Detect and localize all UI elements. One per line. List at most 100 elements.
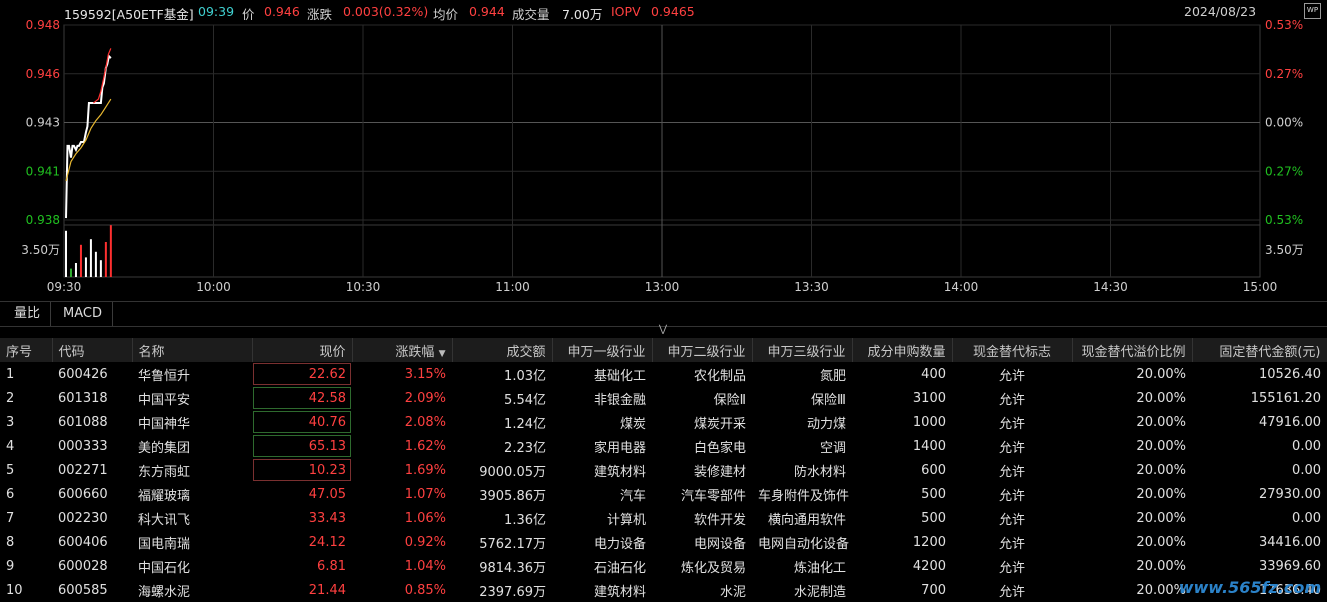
cell-sw-l3: 炼油化工: [793, 560, 846, 576]
cell-cash-flag: 允许: [998, 368, 1025, 384]
cell-name: 中国平安: [138, 392, 191, 408]
cell-index: 1: [6, 366, 15, 382]
cell-price: 10.23: [252, 458, 352, 482]
col-header-code[interactable]: 代码: [52, 338, 133, 362]
cell-change-pct: 0.92%: [404, 534, 446, 550]
col-header-fixed-amount[interactable]: 固定替代金额(元): [1192, 338, 1327, 362]
x-tick-label: 10:30: [346, 280, 381, 294]
cell-cash-premium: 20.00%: [1136, 510, 1186, 526]
cell-change-pct: 1.06%: [404, 510, 446, 526]
cell-sw-l1: 电力设备: [593, 536, 646, 552]
table-row[interactable]: 9 600028 中国石化 6.81 1.04% 9814.36万 石油石化 炼化及贸易 炼油化…: [0, 554, 1327, 578]
table-row[interactable]: 1 600426 华鲁恒升 22.62 3.15% 1.03亿 基础化工 农化制品 氮肥 400 允…: [0, 362, 1327, 386]
x-tick-label: 11:00: [495, 280, 530, 294]
cell-name: 中国神华: [138, 416, 191, 432]
volume-bars: [65, 225, 112, 277]
col-header-index[interactable]: 序号: [0, 338, 53, 362]
cell-code: 000333: [58, 438, 108, 454]
y-tick-left: 0.941: [26, 164, 60, 178]
wp-icon[interactable]: WP: [1304, 3, 1321, 19]
table-row[interactable]: 5 002271 东方雨虹 10.23 1.69% 9000.05万 建筑材料 装修建材 防水材…: [0, 458, 1327, 482]
col-header-sw-l2[interactable]: 申万二级行业: [652, 338, 753, 362]
cell-sw-l1: 建筑材料: [593, 464, 646, 480]
cell-code: 601318: [58, 390, 108, 406]
cell-name: 海螺水泥: [138, 584, 191, 600]
table-row[interactable]: 10 600585 海螺水泥 21.44 0.85% 2397.69万 建筑材料 水泥 水泥制造…: [0, 578, 1327, 602]
cell-cash-premium: 20.00%: [1136, 558, 1186, 574]
col-header-turnover[interactable]: 成交额: [452, 338, 553, 362]
cell-price: 22.62: [252, 362, 352, 386]
intraday-chart[interactable]: 0.948 0.946 0.943 0.941 0.938 3.50万 0.53% 0.27…: [0, 20, 1327, 300]
y-tick-left: 0.948: [26, 20, 60, 32]
col-header-change-pct-label: 涨跌幅: [395, 344, 435, 360]
col-header-sw-l1[interactable]: 申万一级行业: [552, 338, 653, 362]
cell-price: 21.44: [308, 582, 346, 598]
table-row[interactable]: 2 601318 中国平安 42.58 2.09% 5.54亿 非银金融 保险Ⅱ 保险Ⅲ 3100…: [0, 386, 1327, 410]
cell-code: 002230: [58, 510, 108, 526]
tab-macd[interactable]: MACD: [53, 302, 113, 326]
cell-turnover: 1.03亿: [504, 368, 546, 384]
cell-cash-flag: 允许: [998, 440, 1025, 456]
cell-sub-qty: 1200: [912, 534, 946, 550]
cell-turnover: 1.36亿: [504, 512, 546, 528]
table-row[interactable]: 3 601088 中国神华 40.76 2.08% 1.24亿 煤炭 煤炭开采 动力煤 1000 允…: [0, 410, 1327, 434]
cell-sw-l1: 石油石化: [593, 560, 646, 576]
table-header-row: 序号 代码 名称 现价 涨跌幅 ▼ 成交额 申万一级行业 申万二级行业 申万三级…: [0, 338, 1327, 362]
cell-sw-l3: 横向通用软件: [767, 512, 846, 528]
x-tick-label: 15:00: [1243, 280, 1278, 294]
quote-time: 09:39: [198, 4, 235, 19]
iopv-label: IOPV: [611, 4, 641, 19]
cell-index: 3: [6, 414, 15, 430]
cell-cash-flag: 允许: [998, 560, 1025, 576]
avg-value: 0.944: [469, 4, 505, 19]
y-tick-right: 0.53%: [1265, 213, 1303, 227]
cell-fixed-amount: 0.00: [1292, 510, 1321, 526]
price-value: 0.946: [264, 4, 300, 19]
cell-fixed-amount: 0.00: [1292, 438, 1321, 454]
cell-sub-qty: 1000: [912, 414, 946, 430]
cell-cash-premium: 20.00%: [1136, 534, 1186, 550]
cell-sub-qty: 4200: [912, 558, 946, 574]
y-tick-left: 0.943: [26, 116, 60, 130]
cell-cash-premium: 20.00%: [1136, 438, 1186, 454]
col-header-sw-l3[interactable]: 申万三级行业: [752, 338, 853, 362]
watermark: www.565fz.com: [1178, 578, 1321, 597]
tab-volume-ratio[interactable]: 量比: [4, 302, 52, 326]
col-header-cash-flag[interactable]: 现金替代标志: [952, 338, 1073, 362]
x-tick-label: 10:00: [196, 280, 231, 294]
col-header-sub-qty[interactable]: 成分申购数量: [852, 338, 953, 362]
cell-sub-qty: 700: [921, 582, 946, 598]
cell-cash-flag: 允许: [998, 464, 1025, 480]
cell-code: 600660: [58, 486, 108, 502]
y-tick-left: 0.938: [26, 213, 60, 227]
double-chevron-down-icon[interactable]: ⋁: [650, 324, 676, 336]
table-row[interactable]: 8 600406 国电南瑞 24.12 0.92% 5762.17万 电力设备 电网设备 电网自…: [0, 530, 1327, 554]
cell-price: 42.58: [252, 386, 352, 410]
cell-turnover: 2.23亿: [504, 440, 546, 456]
col-header-price[interactable]: 现价: [252, 338, 353, 362]
cell-code: 601088: [58, 414, 108, 430]
cell-sw-l1: 基础化工: [593, 368, 646, 384]
sort-desc-icon: ▼: [438, 348, 446, 359]
col-header-change-pct[interactable]: 涨跌幅 ▼: [352, 338, 453, 362]
table-row[interactable]: 6 600660 福耀玻璃 47.05 1.07% 3905.86万 汽车 汽车零部件 车身附件…: [0, 482, 1327, 506]
cell-change-pct: 2.09%: [404, 390, 446, 406]
col-header-cash-premium[interactable]: 现金替代溢价比例: [1072, 338, 1193, 362]
cell-index: 9: [6, 558, 15, 574]
cell-price: 6.81: [317, 558, 346, 574]
cell-turnover: 1.24亿: [504, 416, 546, 432]
cell-cash-premium: 20.00%: [1136, 414, 1186, 430]
cell-sub-qty: 3100: [912, 390, 946, 406]
cell-sw-l3: 空调: [819, 440, 846, 456]
cell-fixed-amount: 47916.00: [1258, 414, 1321, 430]
cell-cash-premium: 20.00%: [1136, 582, 1186, 598]
col-header-name[interactable]: 名称: [132, 338, 253, 362]
cell-sw-l1: 汽车: [619, 488, 646, 504]
cell-cash-premium: 20.00%: [1136, 486, 1186, 502]
cell-sw-l3: 保险Ⅲ: [811, 392, 846, 408]
y-tick-left: 0.946: [26, 67, 60, 81]
cell-code: 600028: [58, 558, 108, 574]
table-row[interactable]: 7 002230 科大讯飞 33.43 1.06% 1.36亿 计算机 软件开发 横向通用软件 5…: [0, 506, 1327, 530]
cell-sw-l3: 氮肥: [819, 368, 846, 384]
table-row[interactable]: 4 000333 美的集团 65.13 1.62% 2.23亿 家用电器 白色家电 空调 1400…: [0, 434, 1327, 458]
